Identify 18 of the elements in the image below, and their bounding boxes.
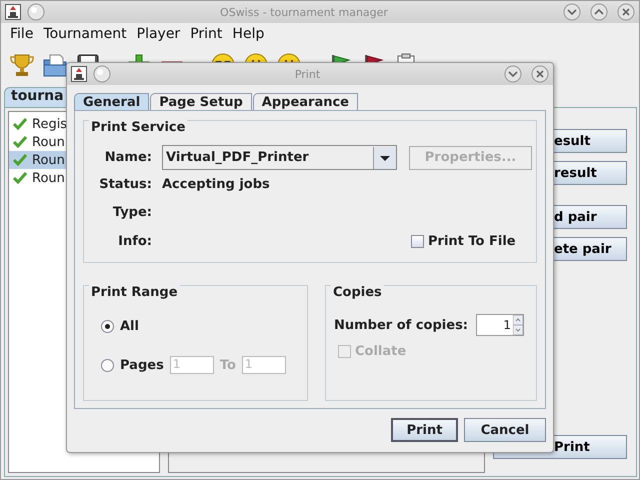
radio-label: Pages (120, 358, 164, 372)
checkbox-label: Collate (355, 344, 406, 359)
list-item-label: Regis (32, 116, 68, 132)
field-label: Info: (117, 234, 152, 248)
window-title: OSwiss - tournament manager (219, 6, 389, 18)
field-label: Number of copies: (334, 318, 468, 332)
field-label: To (220, 358, 236, 372)
list-item-label: Roun (32, 134, 65, 150)
field-label: Status: (98, 177, 152, 192)
group-title: Print Range (89, 285, 180, 300)
dialog-title: Print (294, 68, 322, 80)
status-value: Accepting jobs (162, 177, 271, 192)
radio-label: All (120, 318, 139, 334)
group-title: Copies (331, 285, 384, 300)
field-label: Type: (112, 205, 152, 220)
list-item-label: Roun (32, 170, 65, 186)
field-label: Name: (104, 150, 152, 165)
list-item-label: Roun (32, 152, 65, 168)
